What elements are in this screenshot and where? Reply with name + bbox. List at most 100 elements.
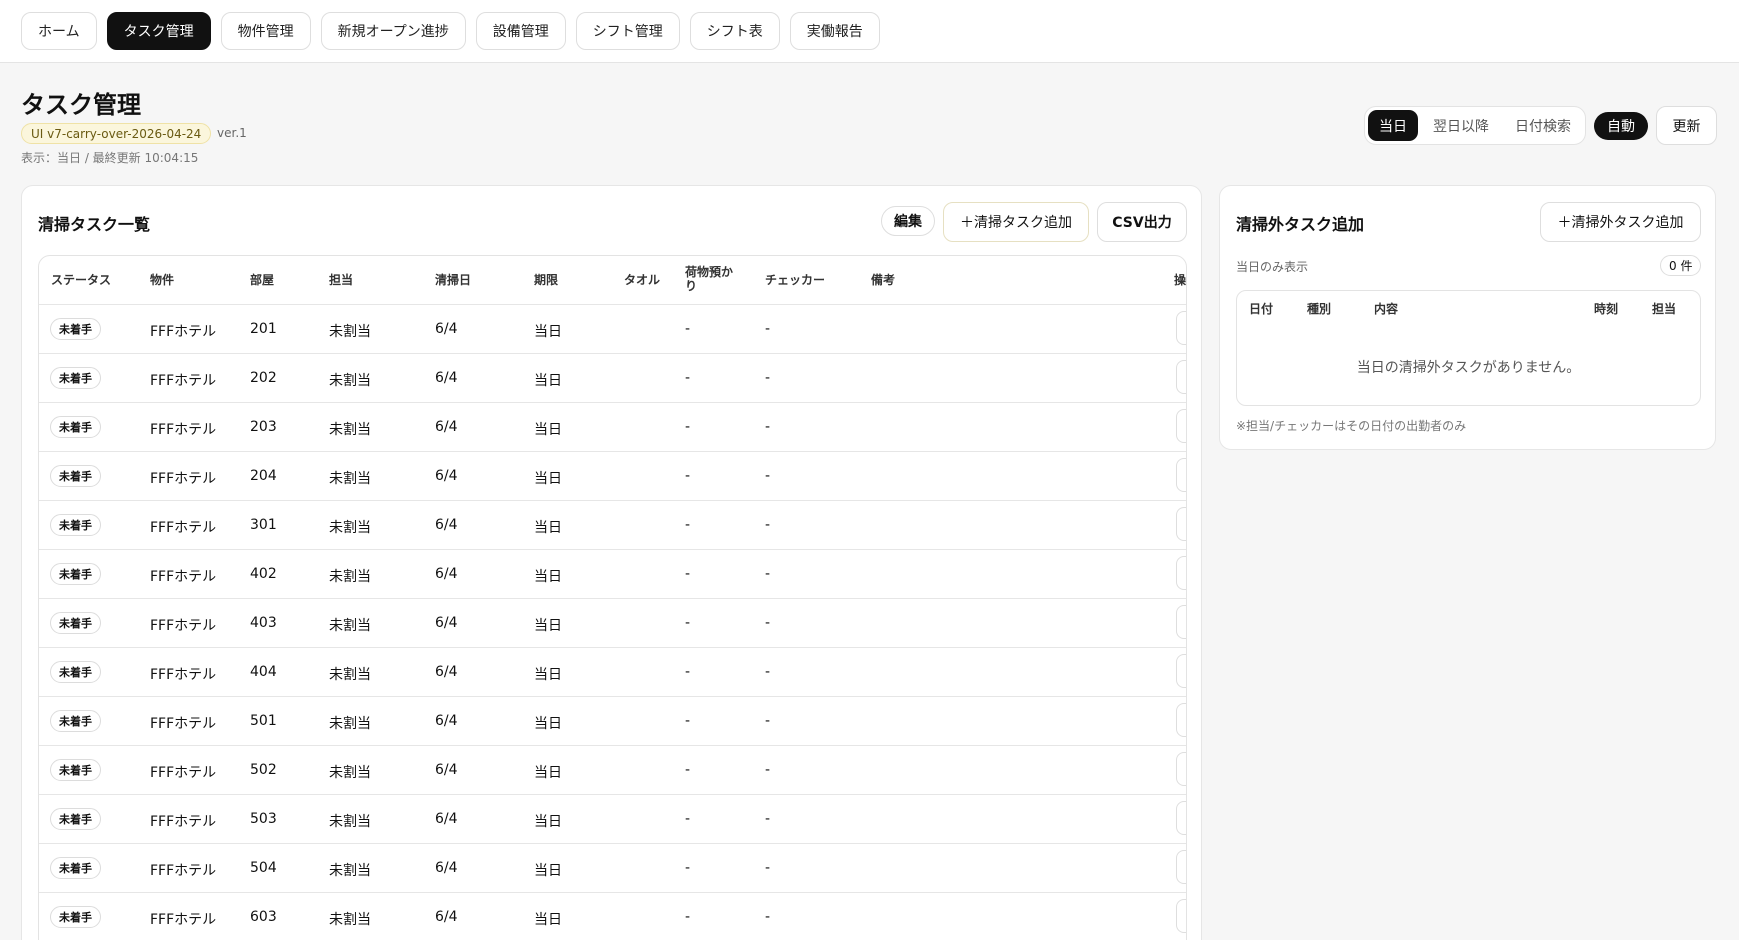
- ui-version-badge: UI v7-carry-over-2026-04-24: [21, 123, 212, 144]
- add-other-task-button[interactable]: ＋清掃外タスク追加: [1540, 202, 1701, 242]
- edit-button[interactable]: 編集: [881, 206, 935, 236]
- table-row[interactable]: 未着手 FFFホテル 301 未割当 6/4 当日 - -: [39, 500, 1186, 549]
- cell-luggage: -: [685, 811, 691, 827]
- status-badge[interactable]: 未着手: [50, 906, 101, 928]
- task-count-badge: 0 件: [1660, 255, 1702, 276]
- view-today-button[interactable]: 当日: [1368, 110, 1418, 141]
- table-row[interactable]: 未着手 FFFホテル 201 未割当 6/4 当日 - -: [39, 304, 1186, 353]
- cell-deadline: 当日: [534, 863, 562, 879]
- row-action-button[interactable]: [1176, 605, 1186, 639]
- cell-assignee: 未割当: [329, 912, 371, 928]
- table-row[interactable]: 未着手 FFFホテル 202 未割当 6/4 当日 - -: [39, 353, 1186, 402]
- cell-luggage: -: [685, 909, 691, 925]
- table-row[interactable]: 未着手 FFFホテル 501 未割当 6/4 当日 - -: [39, 696, 1186, 745]
- status-badge[interactable]: 未着手: [50, 563, 101, 585]
- col-time: 時刻: [1594, 302, 1619, 316]
- cell-property: FFFホテル: [150, 667, 217, 683]
- row-action-button[interactable]: [1176, 556, 1186, 590]
- table-row[interactable]: 未着手 FFFホテル 203 未割当 6/4 当日 - -: [39, 402, 1186, 451]
- cell-checker: -: [765, 468, 771, 484]
- table-row[interactable]: 未着手 FFFホテル 503 未割当 6/4 当日 - -: [39, 794, 1186, 843]
- table-row[interactable]: 未着手 FFFホテル 603 未割当 6/4 当日 - -: [39, 892, 1186, 940]
- cell-date: 6/4: [435, 615, 458, 631]
- status-badge[interactable]: 未着手: [50, 465, 101, 487]
- table-row[interactable]: 未着手 FFFホテル 403 未割当 6/4 当日 - -: [39, 598, 1186, 647]
- cell-date: 6/4: [435, 566, 458, 582]
- table-row[interactable]: 未着手 FFFホテル 502 未割当 6/4 当日 - -: [39, 745, 1186, 794]
- nav-property-management[interactable]: 物件管理: [220, 12, 311, 50]
- cell-date: 6/4: [435, 370, 458, 386]
- status-badge[interactable]: 未着手: [50, 367, 101, 389]
- status-badge[interactable]: 未着手: [50, 612, 101, 634]
- nav-home[interactable]: ホーム: [21, 12, 97, 50]
- status-badge[interactable]: 未着手: [50, 759, 101, 781]
- cleaning-task-title: 清掃タスク一覧: [38, 215, 151, 234]
- col-content: 内容: [1374, 302, 1399, 316]
- row-action-button[interactable]: [1176, 409, 1186, 443]
- status-badge[interactable]: 未着手: [50, 318, 101, 340]
- cell-property: FFFホテル: [150, 716, 217, 732]
- cell-deadline: 当日: [534, 667, 562, 683]
- cell-assignee: 未割当: [329, 324, 371, 340]
- row-action-button[interactable]: [1176, 458, 1186, 492]
- table-row[interactable]: 未着手 FFFホテル 404 未割当 6/4 当日 - -: [39, 647, 1186, 696]
- row-action-button[interactable]: [1176, 507, 1186, 541]
- nav-new-opening-progress[interactable]: 新規オープン進捗: [320, 12, 466, 50]
- cell-checker: -: [765, 713, 771, 729]
- table-row[interactable]: 未着手 FFFホテル 402 未割当 6/4 当日 - -: [39, 549, 1186, 598]
- nav-task-management[interactable]: タスク管理: [106, 12, 211, 50]
- row-action-button[interactable]: [1176, 801, 1186, 835]
- cell-luggage: -: [685, 615, 691, 631]
- auto-refresh-toggle[interactable]: 自動: [1594, 112, 1648, 140]
- view-future-button[interactable]: 翌日以降: [1422, 110, 1500, 141]
- csv-export-button[interactable]: CSV出力: [1097, 202, 1187, 242]
- nav-work-report[interactable]: 実働報告: [789, 12, 880, 50]
- row-action-button[interactable]: [1176, 654, 1186, 688]
- status-badge[interactable]: 未着手: [50, 857, 101, 879]
- status-badge[interactable]: 未着手: [50, 514, 101, 536]
- cleaning-task-panel: 清掃タスク一覧 編集 ＋清掃タスク追加 CSV出力 ステータス 物件 部屋 担当…: [21, 185, 1202, 940]
- col-type: 種別: [1307, 302, 1332, 316]
- table-row[interactable]: 未着手 FFFホテル 204 未割当 6/4 当日 - -: [39, 451, 1186, 500]
- nav-shift-table[interactable]: シフト表: [689, 12, 780, 50]
- cell-room: 603: [250, 909, 277, 925]
- add-cleaning-task-button[interactable]: ＋清掃タスク追加: [943, 202, 1089, 242]
- cell-property: FFFホテル: [150, 471, 217, 487]
- cell-room: 202: [250, 370, 277, 386]
- cell-date: 6/4: [435, 811, 458, 827]
- other-task-table: 日付 種別 内容 時刻 担当 当日の清掃外タスクがありません。: [1236, 290, 1701, 406]
- cell-date: 6/4: [435, 909, 458, 925]
- status-badge[interactable]: 未着手: [50, 808, 101, 830]
- cell-property: FFFホテル: [150, 324, 217, 340]
- cell-luggage: -: [685, 419, 691, 435]
- cell-luggage: -: [685, 517, 691, 533]
- cell-deadline: 当日: [534, 618, 562, 634]
- row-action-button[interactable]: [1176, 752, 1186, 786]
- cell-luggage: -: [685, 713, 691, 729]
- cell-checker: -: [765, 811, 771, 827]
- cell-luggage: -: [685, 664, 691, 680]
- cell-deadline: 当日: [534, 422, 562, 438]
- row-action-button[interactable]: [1176, 899, 1186, 933]
- nav-shift-management[interactable]: シフト管理: [575, 12, 680, 50]
- cell-checker: -: [765, 566, 771, 582]
- table-header: ステータス 物件 部屋 担当 清掃日 期限 タオル 荷物預かり チェッカー 備考…: [39, 256, 1186, 304]
- top-nav: ホーム タスク管理 物件管理 新規オープン進捗 設備管理 シフト管理 シフト表 …: [0, 0, 1739, 63]
- row-action-button[interactable]: [1176, 311, 1186, 345]
- row-action-button[interactable]: [1176, 850, 1186, 884]
- status-badge[interactable]: 未着手: [50, 710, 101, 732]
- refresh-button[interactable]: 更新: [1656, 106, 1717, 145]
- assignee-note: ※担当/チェッカーはその日付の出勤者のみ: [1236, 419, 1467, 433]
- table-row[interactable]: 未着手 FFFホテル 504 未割当 6/4 当日 - -: [39, 843, 1186, 892]
- row-action-button[interactable]: [1176, 360, 1186, 394]
- row-action-button[interactable]: [1176, 703, 1186, 737]
- col-operations: 操: [1174, 273, 1187, 287]
- cell-property: FFFホテル: [150, 912, 217, 928]
- cell-date: 6/4: [435, 321, 458, 337]
- nav-equipment-management[interactable]: 設備管理: [475, 12, 566, 50]
- status-badge[interactable]: 未着手: [50, 661, 101, 683]
- cell-property: FFFホテル: [150, 765, 217, 781]
- view-date-search-button[interactable]: 日付検索: [1504, 110, 1582, 141]
- empty-message: 当日の清掃外タスクがありません。: [1356, 360, 1581, 376]
- status-badge[interactable]: 未着手: [50, 416, 101, 438]
